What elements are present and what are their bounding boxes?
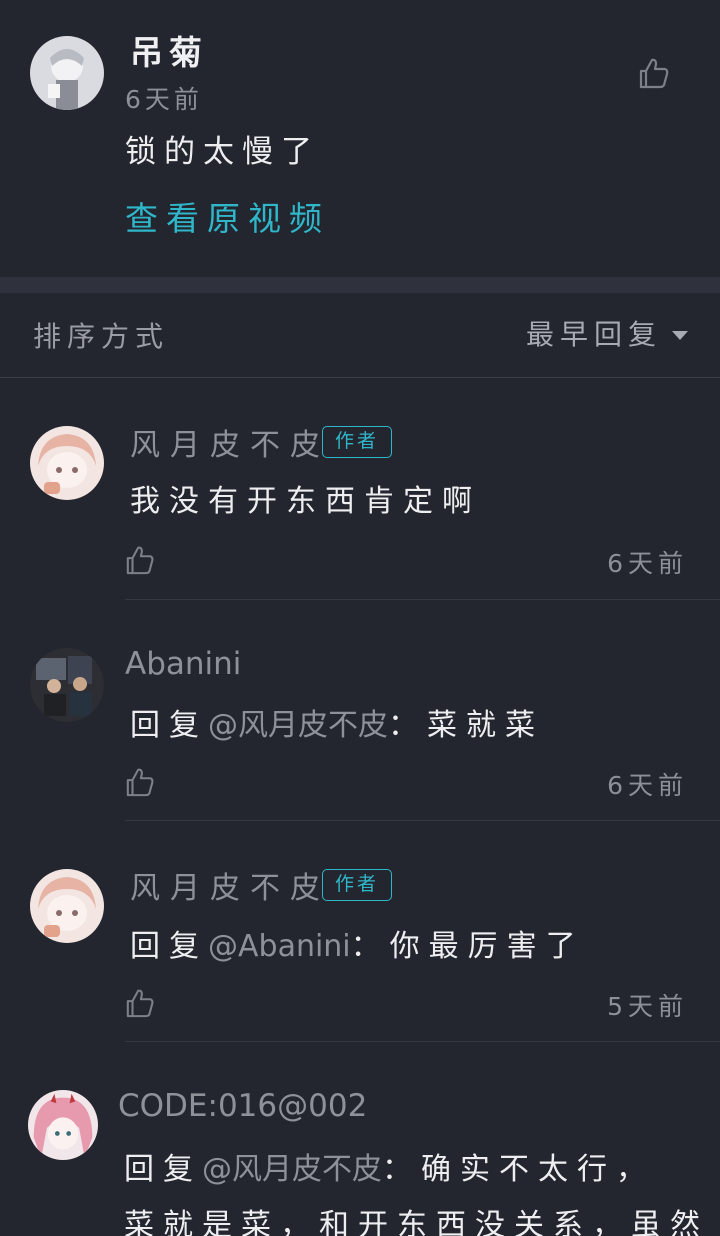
avatar[interactable]: [28, 1090, 98, 1160]
root-comment: 吊菊 6天前 锁的太慢了 查看原视频: [0, 0, 720, 277]
author-badge: 作者: [322, 869, 393, 901]
reply-body: ：确实不太行，: [382, 1152, 655, 1187]
reply-text-line-2: 菜就是菜，和开东西没关系，虽然: [124, 1208, 709, 1236]
sort-bar: 排序方式 最早回复: [0, 293, 720, 378]
reply-author[interactable]: Abanini: [125, 646, 241, 682]
avatar[interactable]: [30, 869, 104, 943]
reply-time: 5天前: [607, 992, 688, 1021]
avatar[interactable]: [30, 648, 104, 722]
reply-prefix: 回复: [130, 929, 208, 964]
thumbs-up-icon[interactable]: [125, 544, 155, 576]
reply-item: Abanini 回复@风月皮不皮：菜就菜 6天前: [0, 600, 720, 821]
sort-dropdown[interactable]: 最早回复: [526, 313, 688, 353]
reply-prefix: 回复: [124, 1152, 202, 1187]
comment-text: 锁的太慢了: [125, 134, 320, 170]
author-badge: 作者: [322, 426, 393, 458]
reply-author[interactable]: 风月皮不皮: [130, 420, 330, 464]
sort-label: 排序方式: [33, 320, 170, 353]
reply-item: CODE:016@002 回复@风月皮不皮：确实不太行， 菜就是菜，和开东西没关…: [0, 1042, 720, 1236]
thumbs-up-icon[interactable]: [125, 766, 155, 798]
reply-text: 我没有开东西肯定啊: [130, 476, 481, 520]
view-original-video-link[interactable]: 查看原视频: [125, 192, 330, 240]
reply-text: 回复@Abanini：你最厉害了: [130, 921, 585, 965]
comment-time: 6天前: [125, 85, 203, 114]
reply-time: 6天前: [607, 771, 688, 800]
reply-prefix: 回复: [130, 708, 208, 743]
reply-item: 风月皮不皮 作者 我没有开东西肯定啊 6天前: [0, 378, 720, 600]
mention-link[interactable]: @Abanini: [208, 929, 351, 964]
reply-author[interactable]: CODE:016@002: [118, 1088, 367, 1124]
caret-down-icon[interactable]: [672, 330, 688, 340]
sort-value[interactable]: 最早回复: [526, 313, 662, 353]
section-divider: [0, 277, 720, 293]
avatar[interactable]: [30, 36, 104, 110]
comment-author[interactable]: 吊菊: [130, 26, 208, 74]
reply-time: 6天前: [607, 549, 688, 578]
mention-link[interactable]: @风月皮不皮: [202, 1152, 382, 1187]
avatar[interactable]: [30, 426, 104, 500]
reply-author[interactable]: 风月皮不皮: [130, 863, 330, 907]
reply-body: 我没有开东西肯定啊: [130, 484, 481, 519]
reply-text: 回复@风月皮不皮：菜就菜: [130, 700, 544, 744]
thumbs-up-icon[interactable]: [638, 56, 670, 90]
reply-item: 风月皮不皮 作者 回复@Abanini：你最厉害了 5天前: [0, 821, 720, 1042]
reply-body: ：菜就菜: [388, 708, 544, 743]
reply-body: ：你最厉害了: [350, 929, 585, 964]
mention-link[interactable]: @风月皮不皮: [208, 708, 388, 743]
reply-text: 回复@风月皮不皮：确实不太行，: [124, 1144, 655, 1188]
thumbs-up-icon[interactable]: [125, 987, 155, 1019]
